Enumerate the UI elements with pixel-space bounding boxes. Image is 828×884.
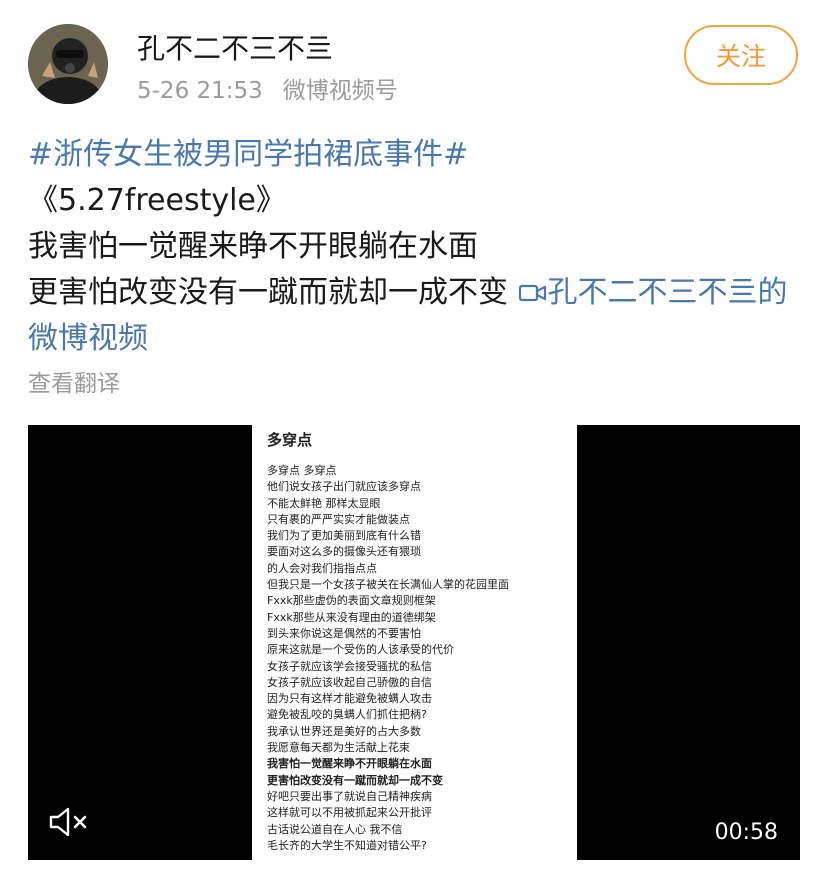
lyric-line: 我愿意每天都为生活献上花束: [267, 741, 410, 755]
lyric-line: 到头来你说这是偶然的不要害怕: [267, 626, 421, 640]
video-player[interactable]: 多穿点 多穿点 多穿点他们说女孩子出门就应该多穿点 不能太鲜艳 那样太显眼只有裹的…: [28, 425, 800, 860]
video-camera-icon: [518, 284, 546, 302]
lyric-line: 女孩子就应该学会接受骚扰的私信: [267, 659, 432, 673]
lyric-line: 女孩子就应该收起自己骄傲的自信: [267, 675, 432, 689]
lyric-line: 更害怕改变没有一蹴而就却一成不变: [267, 773, 443, 787]
speaker-muted-icon: [49, 807, 87, 837]
lyric-line: 只有裹的严严实实才能做装点: [267, 512, 410, 526]
hashtag-link[interactable]: #浙传女生被男同学拍裙底事件#: [28, 137, 468, 172]
lyric-title: 多穿点: [267, 431, 313, 449]
lyric-line: 我们为了更加美丽到底有什么错: [267, 529, 421, 543]
video-frame-lyrics: 多穿点 多穿点 多穿点他们说女孩子出门就应该多穿点 不能太鲜艳 那样太显眼只有裹的…: [252, 425, 577, 860]
lyric-line: 因为只有这样才能避免被螨人攻击: [267, 692, 432, 706]
lyric-line: 我承认世界还是美好的占大多数: [267, 724, 421, 738]
lyric-line: 避免被乱咬的臭螨人们抓住把柄?: [267, 708, 427, 722]
post-body: #浙传女生被男同学拍裙底事件# 《5.27freestyle》 我害怕一觉醒来睁…: [28, 132, 800, 362]
video-duration: 00:58: [714, 820, 778, 845]
avatar-image: [28, 24, 108, 104]
lyric-line: Fxxk那些虚伪的表面文章规则框架: [267, 594, 436, 608]
lyric-line: 但我只是一个女孩子被关在长满仙人掌的花园里面: [267, 578, 509, 592]
lyric-line: 他们说女孩子出门就应该多穿点: [267, 480, 421, 494]
lyric-line: 好吧只要出事了就说自己精神疾病: [267, 789, 432, 803]
lyric-line: 我害怕一觉醒来睁不开眼躺在水面: [267, 757, 432, 771]
lyric-line: 多穿点 多穿点: [267, 464, 337, 477]
post-source[interactable]: 微博视频号: [283, 78, 398, 104]
lyric-line: 的人会对我们指指点点: [267, 561, 377, 575]
lyric-line: 古话说公道自在人心 我不信: [267, 822, 403, 836]
avatar[interactable]: [28, 24, 108, 104]
mute-button[interactable]: [48, 805, 92, 839]
post-line: 《5.27freestyle》: [28, 183, 286, 218]
lyric-list: 多穿点 多穿点他们说女孩子出门就应该多穿点 不能太鲜艳 那样太显眼只有裹的严严实实…: [267, 463, 572, 854]
lyric-line: Fxxk那些从来没有理由的道德绑架: [267, 610, 436, 624]
post-line: 我害怕一觉醒来睁不开眼躺在水面: [28, 229, 478, 264]
post-line: 更害怕改变没有一蹴而就却一成不变: [28, 275, 518, 310]
lyric-line: 不能太鲜艳 那样太显眼: [267, 496, 381, 510]
lyric-line: 原来这就是一个受伤的人该承受的代价: [267, 643, 454, 657]
post-timestamp: 5-26 21:53: [137, 78, 263, 104]
lyric-line: 要面对这么多的摄像头还有猥琐: [267, 545, 421, 559]
username[interactable]: 孔不二不三不亖: [137, 31, 333, 67]
lyric-line: 这样就可以不用被抓起来公开批评: [267, 806, 432, 820]
follow-button[interactable]: 关注: [684, 25, 798, 85]
lyric-line: 毛长齐的大学生不知道对错公平?: [267, 838, 427, 852]
post-meta: 5-26 21:53 微博视频号: [137, 76, 398, 106]
translate-link[interactable]: 查看翻译: [28, 368, 120, 400]
